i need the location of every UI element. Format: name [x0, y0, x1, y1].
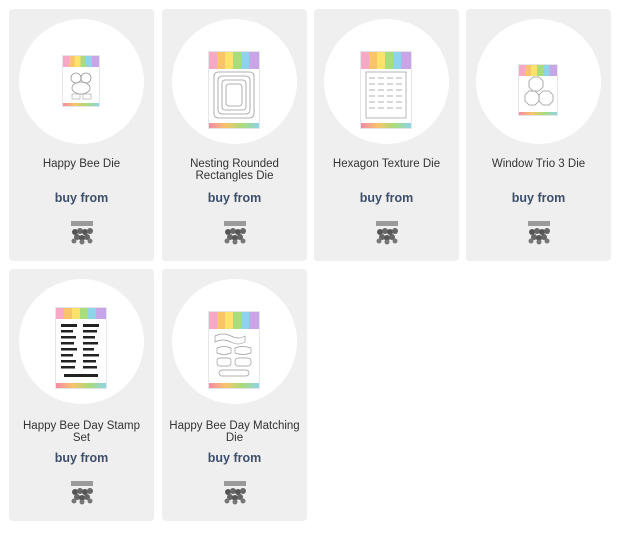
- product-name[interactable]: Happy Bee Die: [15, 158, 148, 170]
- product-name[interactable]: Happy Bee Day Stamp Set: [15, 420, 148, 444]
- retailer-logo-icon[interactable]: [374, 219, 400, 245]
- product-name[interactable]: Window Trio 3 Die: [472, 158, 605, 170]
- product-image[interactable]: [324, 19, 449, 144]
- product-card[interactable]: Happy Bee Day Matching Die buy from: [162, 269, 307, 521]
- product-name[interactable]: Nesting Rounded Rectangles Die: [168, 158, 301, 182]
- product-image[interactable]: [19, 19, 144, 144]
- product-name[interactable]: Hexagon Texture Die: [320, 158, 453, 170]
- package-thumbnail: [519, 65, 557, 115]
- product-image[interactable]: [476, 19, 601, 144]
- retailer-logo-icon[interactable]: [69, 479, 95, 505]
- package-thumbnail: [63, 56, 99, 106]
- package-thumbnail: [361, 52, 411, 128]
- product-card[interactable]: Hexagon Texture Die buy from: [314, 9, 459, 261]
- buy-from-label: buy from: [54, 191, 109, 205]
- product-card[interactable]: Happy Bee Die buy from: [9, 9, 154, 261]
- retailer-logo-icon[interactable]: [222, 219, 248, 245]
- buy-from-label: buy from: [207, 451, 262, 465]
- buy-from-label: buy from: [54, 451, 109, 465]
- product-image[interactable]: [172, 19, 297, 144]
- product-card[interactable]: Window Trio 3 Die buy from: [466, 9, 611, 261]
- buy-from-label: buy from: [511, 191, 566, 205]
- retailer-logo-icon[interactable]: [526, 219, 552, 245]
- product-image[interactable]: [19, 279, 144, 404]
- product-image[interactable]: [172, 279, 297, 404]
- buy-from-label: buy from: [207, 191, 262, 205]
- product-card[interactable]: Happy Bee Day Stamp Set buy from: [9, 269, 154, 521]
- product-name[interactable]: Happy Bee Day Matching Die: [168, 420, 301, 444]
- package-thumbnail: [209, 52, 259, 128]
- product-card[interactable]: Nesting Rounded Rectangles Die buy from: [162, 9, 307, 261]
- buy-from-label: buy from: [359, 191, 414, 205]
- retailer-logo-icon[interactable]: [69, 219, 95, 245]
- package-thumbnail: [56, 308, 106, 388]
- retailer-logo-icon[interactable]: [222, 479, 248, 505]
- package-thumbnail: [209, 312, 259, 388]
